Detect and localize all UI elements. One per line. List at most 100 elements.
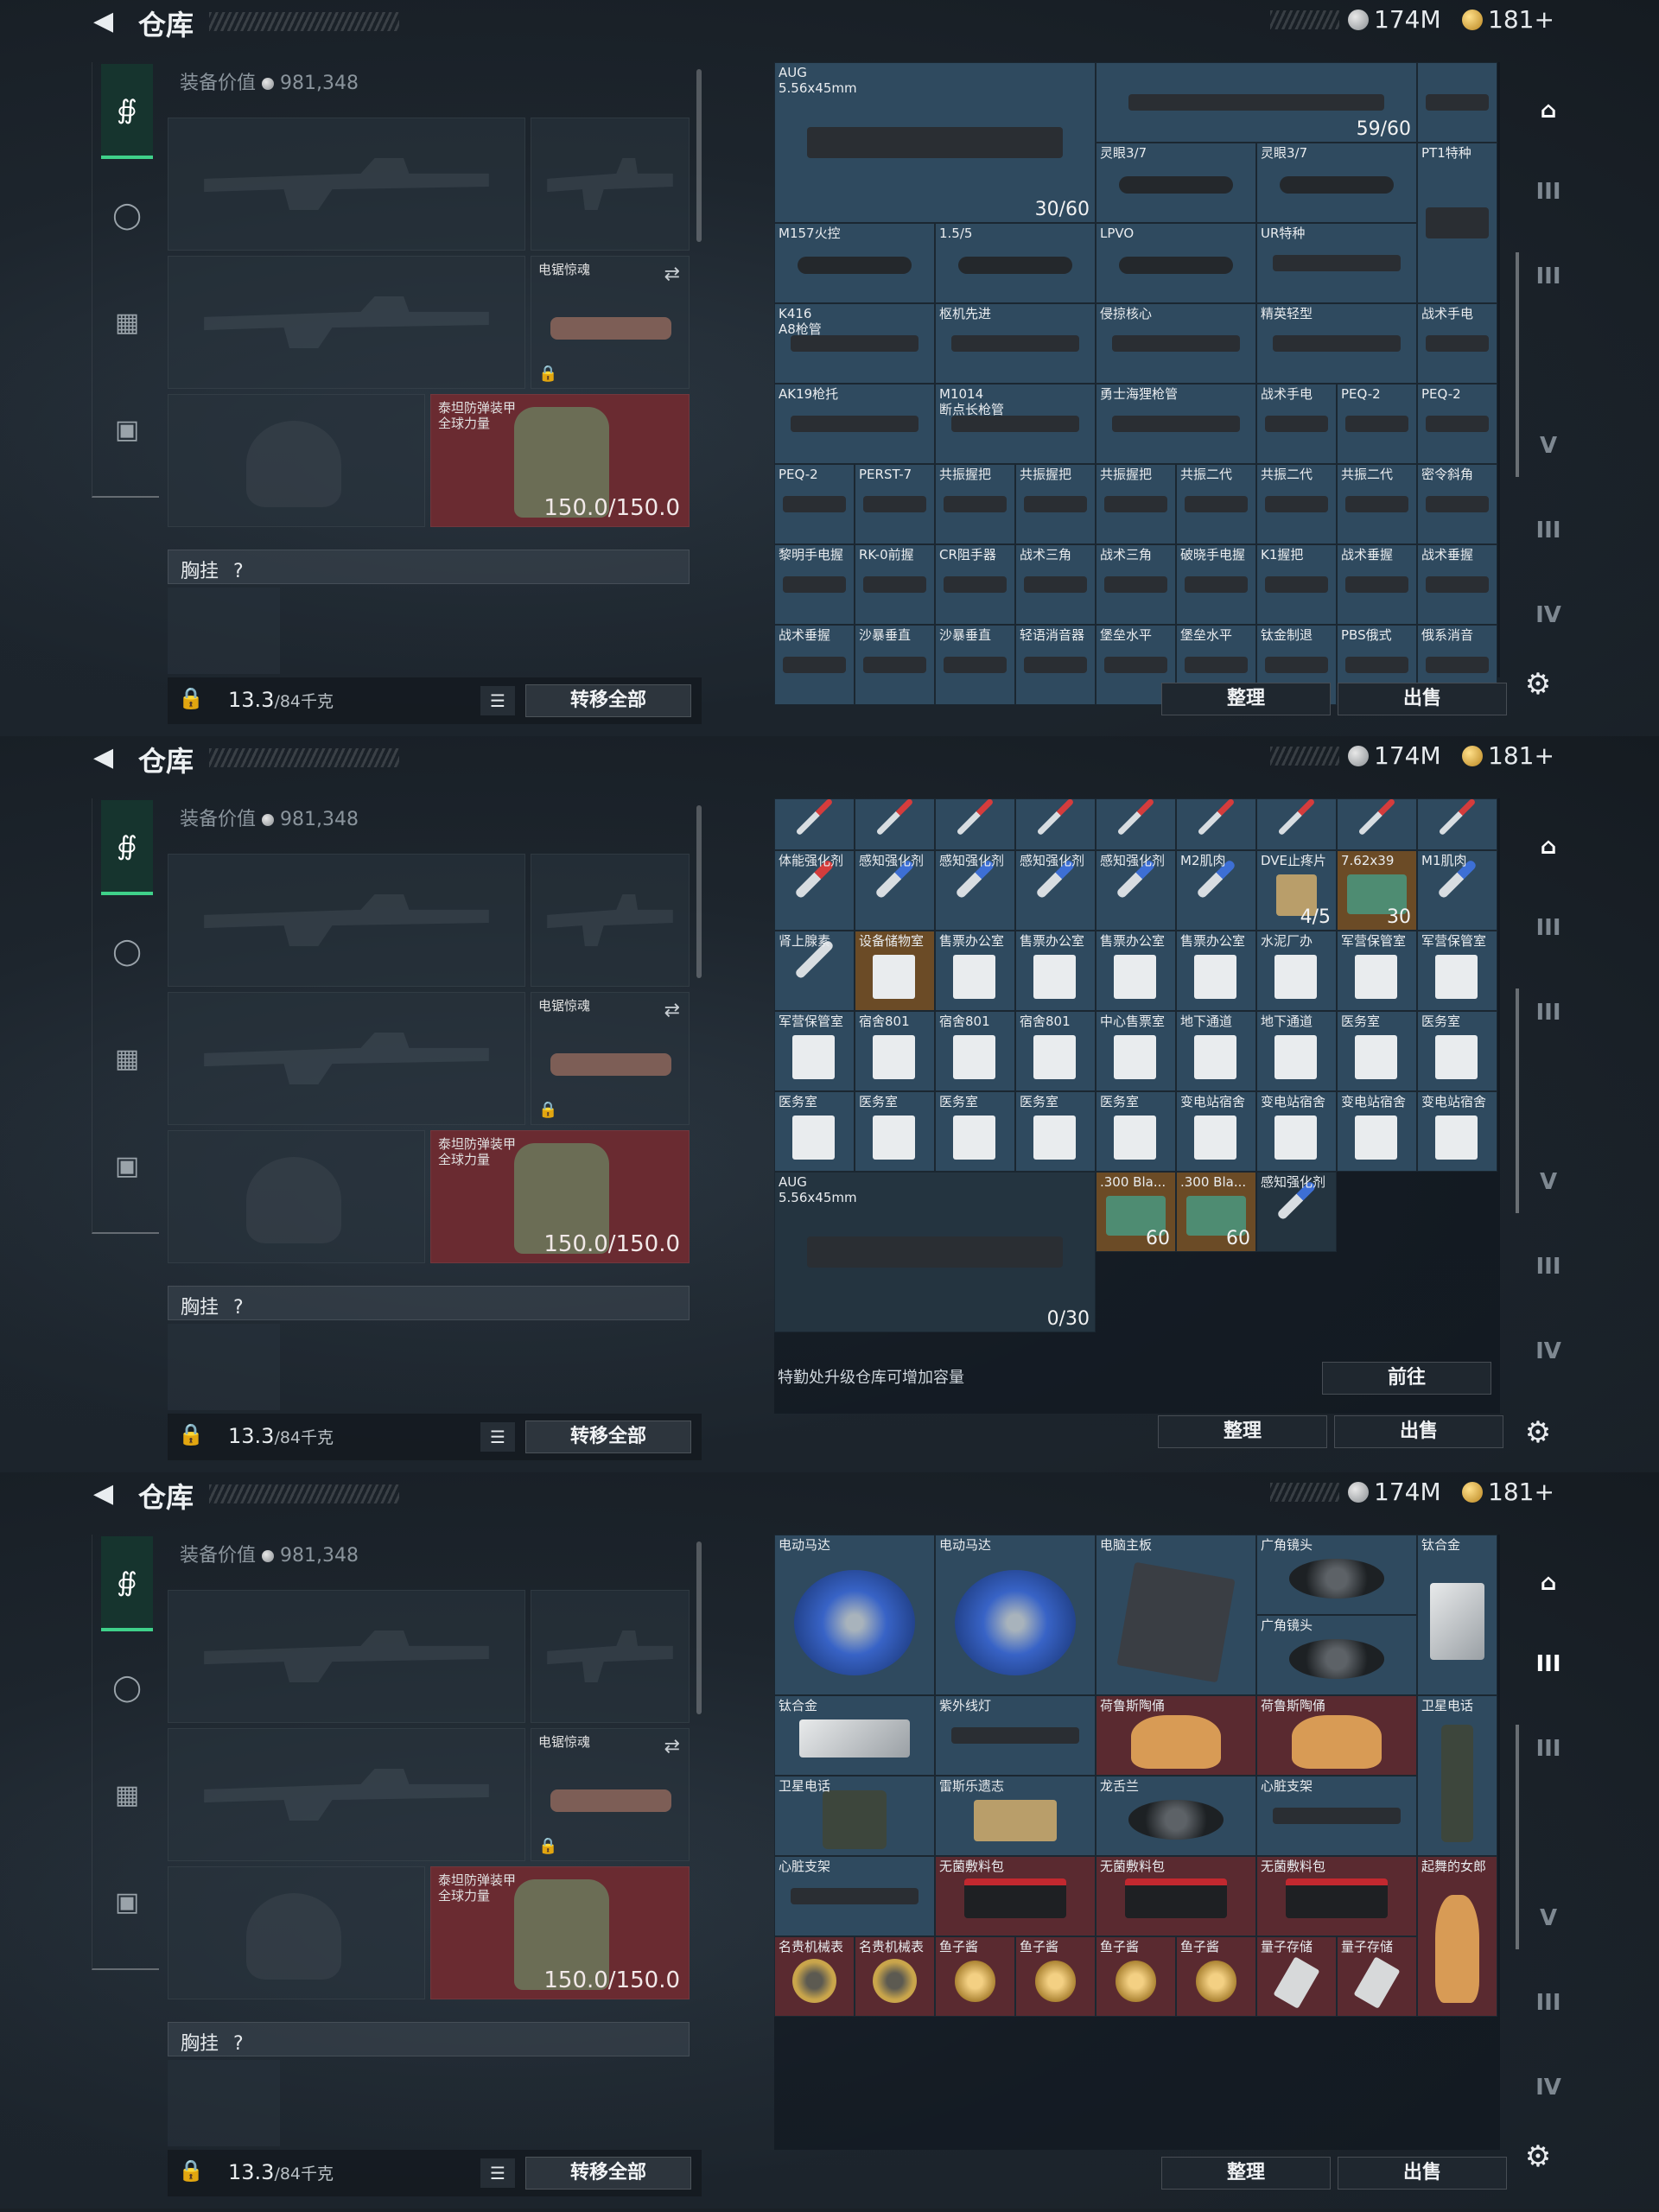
storage-item[interactable]: 鱼子酱 <box>935 1936 1015 2017</box>
list-icon[interactable]: ☰ <box>480 2158 515 2188</box>
storage-item[interactable]: 售票办公室 <box>1176 931 1256 1011</box>
storage-item[interactable]: 灵眼3/7 <box>1096 143 1256 223</box>
storage-item[interactable] <box>774 798 855 850</box>
chest-rig-bar[interactable]: 胸挂 ? <box>168 1286 690 1320</box>
storage-item[interactable]: PERST-7 <box>855 464 935 544</box>
storage-item[interactable]: 医务室 <box>935 1091 1015 1172</box>
storage-item[interactable]: 设备储物室 <box>855 931 935 1011</box>
gear-icon[interactable]: ⚙ <box>1521 2139 1555 2174</box>
tier-filter-icon[interactable] <box>1522 335 1574 387</box>
tier-filter-icon[interactable]: V <box>1522 420 1574 472</box>
storage-item[interactable]: 战术手电 <box>1256 384 1337 464</box>
sell-button[interactable]: 出售 <box>1334 1415 1503 1448</box>
tier-filter-icon[interactable]: III <box>1522 505 1574 556</box>
storage-item[interactable]: 枢机先进 <box>935 303 1096 384</box>
storage-item[interactable]: 中心售票室 <box>1096 1011 1176 1091</box>
sell-button[interactable]: 出售 <box>1338 683 1507 715</box>
storage-item[interactable]: M1014 断点长枪管 <box>935 384 1096 464</box>
storage-item[interactable]: 名贵机械表 <box>774 1936 855 2017</box>
category-armor-icon[interactable]: ▦ <box>101 275 153 370</box>
swap-icon[interactable]: ⇄ <box>664 1736 680 1758</box>
primary-weapon-slot[interactable] <box>168 118 525 251</box>
storage-item[interactable]: CR阻手器 <box>935 544 1015 625</box>
storage-item[interactable] <box>1176 798 1256 850</box>
storage-item[interactable]: 感知强化剂 <box>1015 850 1096 931</box>
armor-slot[interactable]: 泰坦防弹装甲 全球力量 150.0/150.0 <box>430 1130 690 1263</box>
storage-item[interactable]: 名贵机械表 <box>855 1936 935 2017</box>
storage-item[interactable]: 沙暴垂直 <box>935 625 1015 705</box>
category-backpack-icon[interactable]: ▣ <box>101 382 153 477</box>
storage-item[interactable]: 勇士海狸枪管 <box>1096 384 1256 464</box>
helmet-slot[interactable] <box>168 1130 425 1263</box>
primary-weapon-slot[interactable] <box>168 854 525 987</box>
helmet-slot[interactable] <box>168 1866 425 1999</box>
storage-item[interactable] <box>1256 798 1337 850</box>
sidebar-scrollbar[interactable] <box>1516 252 1519 477</box>
sidebar-scrollbar[interactable] <box>1516 988 1519 1213</box>
secondary-weapon-slot[interactable] <box>168 256 525 389</box>
storage-item[interactable]: 医务室 <box>1096 1091 1176 1172</box>
storage-item[interactable]: 共振二代 <box>1256 464 1337 544</box>
storage-item[interactable]: 1.5/5 <box>935 223 1096 303</box>
equipment-scrollbar[interactable] <box>696 69 702 242</box>
storage-item[interactable]: 鱼子酱 <box>1015 1936 1096 2017</box>
storage-item[interactable]: 沙暴垂直 <box>855 625 935 705</box>
warehouse-icon[interactable]: ⌂ <box>1522 821 1574 873</box>
category-helmet-icon[interactable]: ◯ <box>101 904 153 999</box>
equipment-scrollbar[interactable] <box>696 1541 702 1714</box>
storage-item[interactable]: AK19枪托 <box>774 384 935 464</box>
storage-item[interactable]: 医务室 <box>774 1091 855 1172</box>
swap-icon[interactable]: ⇄ <box>664 1000 680 1021</box>
chest-rig-bar[interactable]: 胸挂 ? <box>168 2022 690 2056</box>
gold-currency[interactable]: 181+ <box>1462 5 1554 34</box>
category-helmet-icon[interactable]: ◯ <box>101 1640 153 1735</box>
storage-item[interactable]: 灵眼3/7 <box>1256 143 1417 223</box>
storage-item[interactable]: 变电站宿舍 <box>1256 1091 1337 1172</box>
storage-item[interactable]: 电动马达 <box>935 1535 1096 1695</box>
storage-item[interactable]: M157火控 <box>774 223 935 303</box>
storage-item[interactable]: 龙舌兰 <box>1096 1776 1256 1856</box>
storage-item[interactable]: 战术三角 <box>1096 544 1176 625</box>
list-icon[interactable]: ☰ <box>480 686 515 715</box>
category-weapons-icon[interactable]: ∯ <box>101 1536 153 1631</box>
storage-item[interactable] <box>1417 62 1497 143</box>
storage-item[interactable]: 钛合金 <box>1417 1535 1497 1695</box>
ammo-item[interactable]: .300 Bla... 60 <box>1096 1172 1176 1252</box>
melee-slot[interactable]: 电锯惊魂 ⇄ 🔒 <box>531 1728 690 1861</box>
storage-item[interactable]: M1肌肉 <box>1417 850 1497 931</box>
storage-item[interactable]: 电动马达 <box>774 1535 935 1695</box>
storage-item[interactable]: 军营保管室 <box>1337 931 1417 1011</box>
storage-item[interactable]: 宿舍801 <box>935 1011 1015 1091</box>
storage-item[interactable] <box>1337 798 1417 850</box>
tier-filter-icon[interactable]: III <box>1522 1638 1574 1690</box>
storage-item[interactable]: DVE止疼片 4/5 <box>1256 850 1337 931</box>
pistol-slot[interactable] <box>531 854 690 987</box>
storage-item[interactable]: 共振握把 <box>935 464 1015 544</box>
storage-item[interactable]: 钛合金 <box>774 1695 935 1776</box>
storage-item[interactable]: 军营保管室 <box>774 1011 855 1091</box>
storage-item[interactable]: 医务室 <box>855 1091 935 1172</box>
tier-filter-icon[interactable] <box>1522 1071 1574 1123</box>
tier-filter-icon[interactable]: III <box>1522 902 1574 954</box>
storage-item[interactable]: 医务室 <box>1015 1091 1096 1172</box>
warehouse-icon[interactable]: ⌂ <box>1522 85 1574 137</box>
transfer-all-button[interactable]: 转移全部 <box>525 684 691 717</box>
storage-item[interactable]: 感知强化剂 <box>1256 1172 1337 1252</box>
chest-rig-slot[interactable] <box>168 1324 280 1410</box>
storage-item[interactable]: 变电站宿舍 <box>1337 1091 1417 1172</box>
category-weapons-icon[interactable]: ∯ <box>101 800 153 895</box>
storage-item[interactable] <box>1096 798 1176 850</box>
storage-item[interactable]: 共振握把 <box>1096 464 1176 544</box>
tier-filter-icon[interactable]: IV <box>1522 589 1574 641</box>
category-backpack-icon[interactable]: ▣ <box>101 1118 153 1213</box>
secondary-weapon-slot[interactable] <box>168 992 525 1125</box>
sort-button[interactable]: 整理 <box>1161 683 1331 715</box>
storage-item[interactable] <box>1015 798 1096 850</box>
storage-item[interactable]: 战术垂握 <box>1417 544 1497 625</box>
tier-filter-icon[interactable]: III <box>1522 166 1574 218</box>
sell-button[interactable]: 出售 <box>1338 2157 1507 2190</box>
storage-item[interactable]: PT1特种 <box>1417 143 1497 303</box>
equipment-scrollbar[interactable] <box>696 805 702 978</box>
storage-item[interactable]: 精英轻型 <box>1256 303 1417 384</box>
storage-item[interactable]: 战术垂握 <box>774 625 855 705</box>
